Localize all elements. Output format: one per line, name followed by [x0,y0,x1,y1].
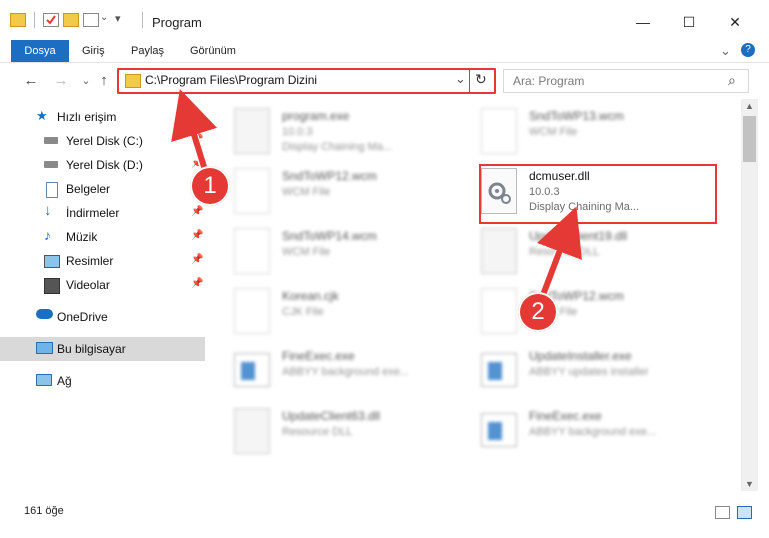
step-2-badge: 2 [518,292,558,332]
step-1-badge: 1 [190,166,230,206]
annotation-arrows [171,89,582,300]
